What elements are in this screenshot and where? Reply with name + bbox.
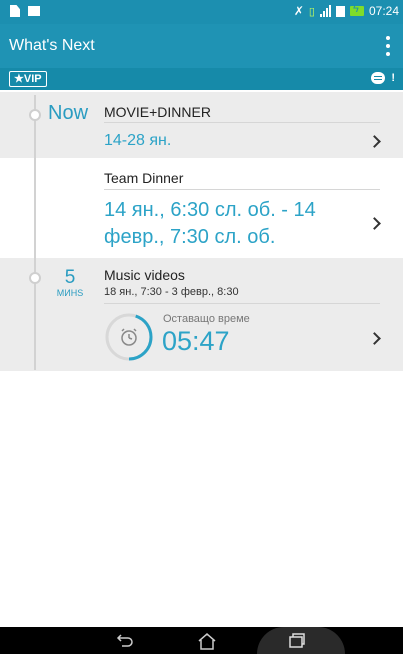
sim-icon: ▯ — [308, 5, 315, 18]
countdown-number: 5 — [64, 267, 76, 288]
recent-apps-icon[interactable] — [288, 632, 306, 649]
remaining-label: Оставащо време — [163, 313, 250, 325]
event-time: 14-28 ян. — [104, 132, 172, 149]
home-icon[interactable] — [197, 632, 217, 650]
battery-charging-icon — [349, 3, 364, 16]
document-icon — [10, 5, 20, 17]
event-card[interactable]: Now MOVIE+DINNER 14-28 ян. — [0, 92, 403, 158]
chevron-right-icon[interactable] — [368, 332, 381, 345]
countdown-progress-ring — [105, 313, 153, 361]
event-title: Music videos — [104, 267, 185, 283]
event-card[interactable]: Team Dinner 14 ян., 6:30 сл. об. - 14 фе… — [0, 158, 403, 256]
data-icon — [335, 5, 345, 17]
vip-button[interactable]: ★VIP — [9, 71, 47, 87]
timeline-dot — [29, 109, 41, 121]
alarm-clock-icon — [121, 328, 137, 346]
message-icon — [28, 6, 40, 16]
chevron-right-icon[interactable] — [368, 217, 381, 230]
event-title: MOVIE+DINNER — [104, 104, 211, 120]
chevron-right-icon[interactable] — [368, 135, 381, 148]
event-time-line1: 14 ян., 6:30 сл. об. - 14 — [104, 199, 316, 221]
divider — [104, 122, 380, 123]
signal-icon — [319, 5, 331, 17]
status-bar: ✗ ▯ 07:24 — [0, 0, 403, 24]
countdown-unit: МИНS — [56, 288, 84, 298]
remaining-time: 05:47 — [162, 326, 230, 356]
event-time-line2: февр., 7:30 сл. об. — [104, 226, 276, 248]
vip-bar: ★VIP ! — [0, 68, 403, 90]
divider — [104, 303, 380, 304]
countdown-label: 5 МИНS — [52, 267, 88, 298]
chat-alert-mark: ! — [391, 72, 395, 84]
app-bar: What's Next — [0, 24, 403, 68]
chat-icon[interactable] — [371, 72, 385, 84]
event-subtitle: 18 ян., 7:30 - 3 февр., 8:30 — [104, 286, 239, 298]
mute-icon: ✗ — [293, 4, 304, 18]
back-icon[interactable] — [115, 632, 135, 648]
star-icon: ★ — [14, 73, 24, 85]
vip-label: VIP — [23, 73, 42, 85]
status-time: 07:24 — [368, 4, 399, 18]
event-title: Team Dinner — [104, 170, 184, 186]
overflow-menu-icon[interactable] — [385, 36, 391, 56]
timeline-dot — [29, 272, 41, 284]
navigation-bar — [0, 627, 403, 654]
timeline-line — [34, 95, 36, 370]
now-label: Now — [48, 102, 89, 124]
divider — [104, 189, 380, 190]
app-title: What's Next — [9, 37, 95, 54]
